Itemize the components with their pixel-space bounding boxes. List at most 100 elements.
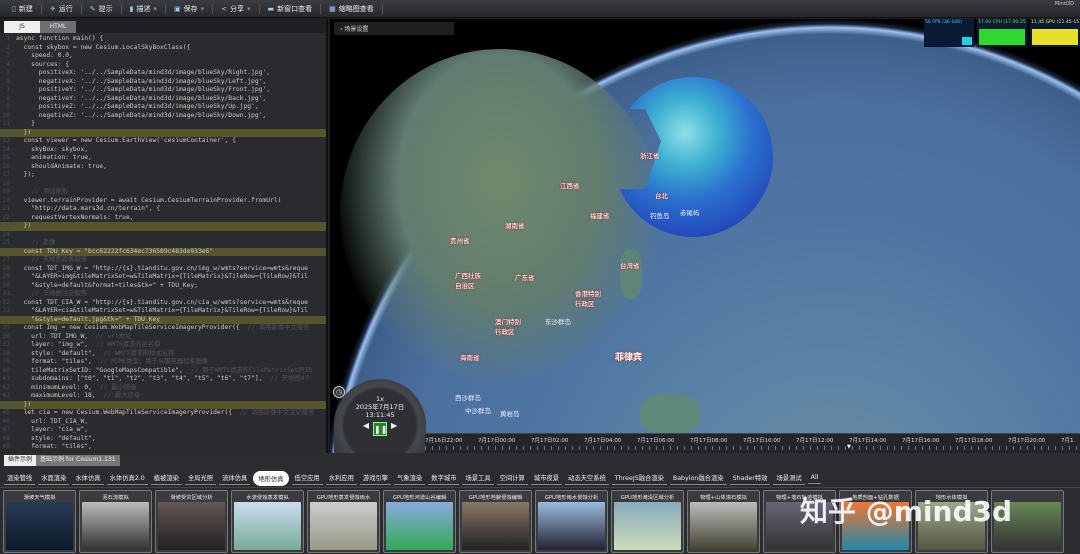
category-tab[interactable]: 场景工具 xyxy=(462,471,494,485)
category-tab[interactable]: 流体仿真 xyxy=(219,471,251,485)
example-card[interactable]: 物理+山体滚石模拟 xyxy=(687,490,760,553)
category-tab[interactable]: 气象渲染 xyxy=(394,471,426,485)
toolbar-button-thumbnail[interactable]: ▦ 缩略图查看 xyxy=(321,3,383,14)
example-card[interactable]: GPU地形雨水侵蚀分析 xyxy=(535,490,608,553)
toolbar-button-hint[interactable]: ✎ 提示 xyxy=(82,3,122,14)
example-card[interactable]: 物理+落石轨迹模拟 xyxy=(763,490,836,553)
category-tab[interactable]: ThreeJS融合渲染 xyxy=(611,471,667,485)
code-line: 23 }) xyxy=(0,222,326,231)
example-card[interactable]: GPU地形河道山谷编辑 xyxy=(383,490,456,553)
example-card[interactable]: GPU地形淹没区域分析 xyxy=(611,490,684,553)
code-line: 48 style: "default", xyxy=(0,435,326,444)
cpu-bar xyxy=(979,29,1025,45)
toolbar: ▯ 新建 ✈ 运行 ✎ 提示 ▮ 描述 ▾ ▣ 保存 ▾ < 分享 ▾ ▬ 新窗口查看 ▦ 缩略图查看 Mind3D xyxy=(0,0,1080,18)
example-title: 地形水体模拟 xyxy=(935,495,968,501)
example-card[interactable]: 滑坡受灾区域分析 xyxy=(155,490,228,553)
toolbar-button-save[interactable]: ▣ 保存 ▾ xyxy=(166,3,214,14)
map-label: 湖南省 xyxy=(505,222,525,230)
code-line: 33 "&LAYER=cia&tileMatrixSet=w&TileMatri… xyxy=(0,307,326,316)
example-thumbnail-image xyxy=(538,502,605,550)
category-tab[interactable]: 数字城市 xyxy=(428,471,460,485)
line-number: 12 xyxy=(2,128,10,136)
example-thumbnail-image xyxy=(234,502,301,550)
toolbar-button-file[interactable]: ▯ 新建 xyxy=(4,3,42,14)
code-text: async function main() { xyxy=(16,35,104,42)
category-tab[interactable]: 植被渲染 xyxy=(150,471,182,485)
code-text: subdomains: ["t0", "t1", "t2", "t3", "t4… xyxy=(16,375,263,382)
category-tab[interactable]: 水体仿真 xyxy=(72,471,104,485)
map-label: 香港特别 xyxy=(575,290,601,298)
example-thumbnail-image xyxy=(386,502,453,550)
code-line: 32 const TDT_CIA_W = "http://{s}.tiandit… xyxy=(0,299,326,308)
line-number: 7 xyxy=(6,86,10,93)
category-tab[interactable]: All xyxy=(807,472,822,484)
example-card[interactable]: 滑坡天气模拟 xyxy=(3,490,76,553)
example-title: GPU地形雨水侵蚀分析 xyxy=(544,495,599,501)
scene-settings-button[interactable]: › 场景设置 xyxy=(334,22,454,35)
category-tab[interactable]: 渲染管线 xyxy=(4,471,36,485)
toolbar-button-label: 分享 xyxy=(230,4,244,13)
example-card[interactable]: GPU地形地貌侵蚀编辑 xyxy=(459,490,532,553)
code-text: negativeX: '../../SampleData/mind3d/imag… xyxy=(16,77,267,85)
clock-icon[interactable]: ◷ xyxy=(333,386,345,398)
category-tab[interactable]: 水体仿真2.0 xyxy=(106,471,148,485)
line-number: 18 xyxy=(2,179,10,187)
fps-panel: 56 FPS (36-100) xyxy=(924,19,974,47)
code-text: }) xyxy=(16,128,32,136)
category-tab[interactable]: 空间计算 xyxy=(496,471,528,485)
example-title: 滑坡受灾区域分析 xyxy=(170,495,213,501)
category-tab[interactable]: Shader特效 xyxy=(729,471,771,485)
category-tab[interactable]: Babylon融合渲染 xyxy=(669,471,727,485)
map-label: 东沙群岛 xyxy=(545,318,571,326)
cesium-viewer[interactable]: 浙江省 江西省 福建省 台湾省 香港特别 行政区 澳门特别 行政区 东沙群岛 广东省 广西壮族 自治区… xyxy=(330,19,1080,453)
code-line: 43 maximumLevel: 18, // 最大层级 xyxy=(0,392,326,401)
cpu-text: 17.00 CPU (17.00-25 xyxy=(978,20,1026,25)
toolbar-button-run[interactable]: ✈ 运行 xyxy=(42,3,82,14)
timeline-ticks xyxy=(425,446,1080,450)
timeline-label: 7月16日22:00 xyxy=(425,438,463,444)
example-card[interactable]: GPU地形蒸发侵蚀雨水 xyxy=(307,490,380,553)
performance-stats: 56 FPS (36-100) 17.00 CPU (17.00-25 11.4… xyxy=(924,19,1080,47)
example-card[interactable]: 水流侵蚀蒸发模拟 xyxy=(231,490,304,553)
code-line: 36 url: TDT_IMG_W, // url地址 xyxy=(0,333,326,342)
pause-button[interactable]: ❚❚ xyxy=(373,422,387,436)
category-tab[interactable]: 游戏引擎 xyxy=(359,471,392,485)
category-tab[interactable]: 城市夜景 xyxy=(530,471,563,485)
category-tab[interactable]: 低空应用 xyxy=(291,471,323,485)
run-icon: ✈ xyxy=(49,4,56,13)
toolbar-button-window[interactable]: ▬ 新窗口查看 xyxy=(260,3,322,14)
category-tab[interactable]: 动态天空系统 xyxy=(565,471,609,485)
category-tab[interactable]: 水面渲染 xyxy=(38,471,70,485)
category-tab[interactable]: 水利应用 xyxy=(325,471,357,485)
example-tab[interactable]: 插件示例 xyxy=(4,455,37,466)
line-number: 13 xyxy=(2,137,10,144)
code-editor[interactable]: 1 async function main() {2 const skybox =… xyxy=(0,35,326,453)
tab-js[interactable]: JS xyxy=(4,21,40,33)
timeline[interactable]: 7月16日22:00 7月17日00:00 7月17日02:00 7月17日04:00… xyxy=(425,433,1080,453)
map-label: 黄岩岛 xyxy=(500,410,520,418)
timeline-marker[interactable]: ▼ xyxy=(847,444,851,450)
category-tab[interactable]: 场景测试 xyxy=(773,471,805,485)
code-line: 35 const Img = new Cesium.WebMapTileServ… xyxy=(0,324,326,333)
code-comment: // 天地图影像服务 xyxy=(24,256,88,263)
example-card[interactable]: 地形水体模拟 xyxy=(915,490,988,553)
map-label: 浙江省 xyxy=(640,152,660,160)
category-tab[interactable]: 地形仿真 xyxy=(253,470,289,486)
category-tab[interactable]: 全局光照 xyxy=(184,471,217,485)
file-icon: ▯ xyxy=(12,4,16,13)
example-card[interactable]: 地质剖面+钻孔数据 xyxy=(839,490,912,553)
chevron-down-icon: ▾ xyxy=(153,4,157,13)
toolbar-button-share[interactable]: < 分享 ▾ xyxy=(213,3,260,14)
line-number: 30 xyxy=(2,281,10,289)
code-line: 9 positiveZ: '../../SampleData/mind3d/im… xyxy=(0,103,326,112)
play-reverse-button[interactable]: ◀ xyxy=(363,422,369,436)
example-card[interactable]: 泥石流模拟 xyxy=(79,490,152,553)
code-line: 40 tileMatrixSetID: "GoogleMapsCompatibl… xyxy=(0,367,326,376)
tab-html[interactable]: HTML xyxy=(40,21,76,33)
example-tab[interactable]: 基础示例 for Cesium1.131 xyxy=(36,455,120,466)
example-title: GPU地形淹没区域分析 xyxy=(620,495,675,501)
play-forward-button[interactable]: ▶ xyxy=(391,422,397,436)
example-card[interactable] xyxy=(991,490,1064,553)
toolbar-button-doc[interactable]: ▮ 描述 ▾ xyxy=(122,3,166,14)
timeline-label: 7月17日00:00 xyxy=(478,438,516,444)
